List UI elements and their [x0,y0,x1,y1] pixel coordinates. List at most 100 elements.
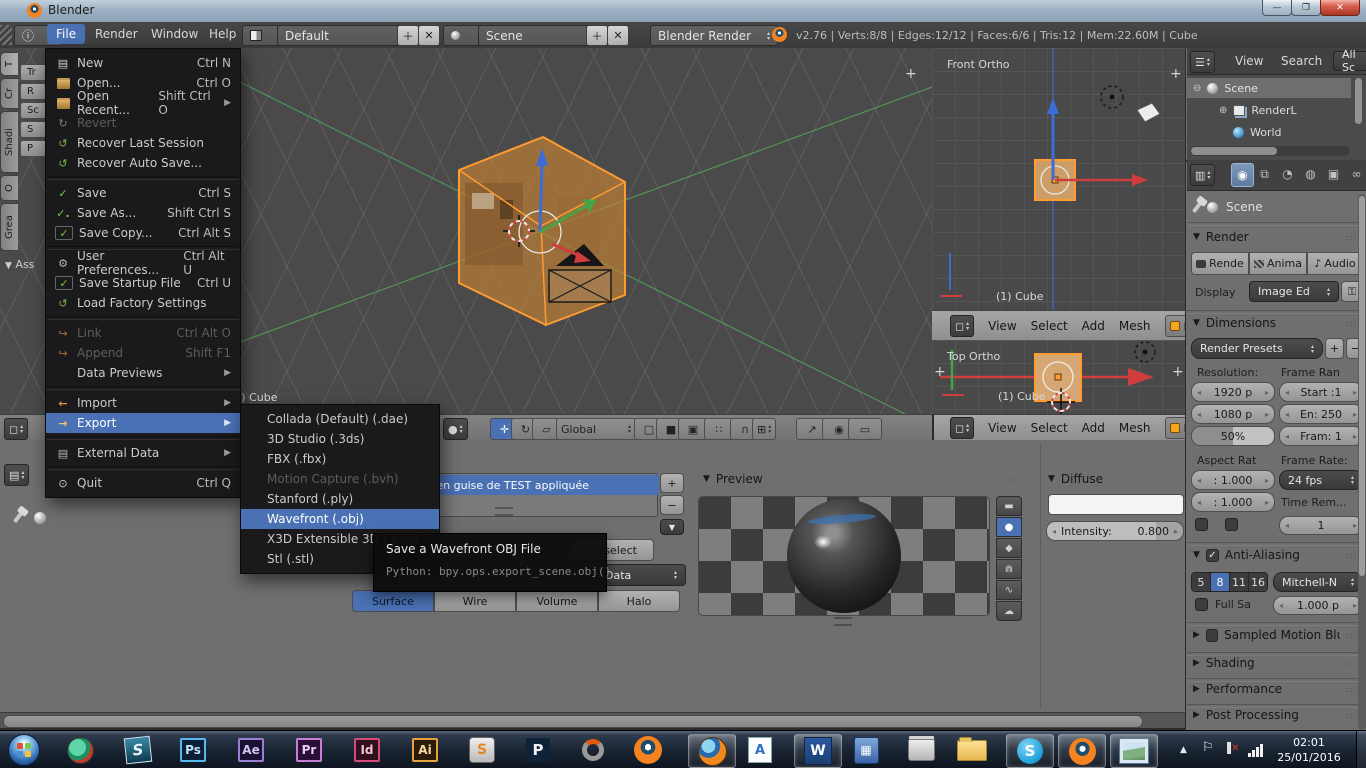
menu-item-load-factory[interactable]: ↺Load Factory Settings [46,293,240,313]
antialias-checkbox[interactable] [1206,549,1219,562]
tab-object[interactable]: ▣ [1323,163,1344,185]
taskbar-skype-icon[interactable]: S [1006,734,1054,768]
aa-samples-16[interactable]: 16 [1249,573,1267,591]
audio-button[interactable]: ♪Audio [1307,252,1363,275]
preview-panel-header[interactable]: ▼Preview:::: [703,472,1021,486]
taskbar-blender-active-icon[interactable] [1058,734,1106,768]
toolshelf-tab-options[interactable]: O [0,175,18,201]
header-menu-mesh[interactable]: Mesh [1119,421,1151,435]
aspect-x-field[interactable]: : 1.000 [1191,470,1275,490]
bottom-scrollbar-track[interactable] [0,712,1185,729]
motion-blur-checkbox[interactable] [1206,629,1218,642]
toolshelf-tab-tools[interactable]: T [0,52,18,76]
taskbar-illustrator-icon[interactable]: Ai [412,738,438,762]
menu-item-append[interactable]: ↪AppendShift F1 [46,343,240,363]
aa-samples-5[interactable]: 5 [1192,573,1211,591]
render-opengl-anim-button[interactable]: ▭ [848,418,882,440]
taskbar-realplayer-icon[interactable] [66,737,94,763]
header-menu-view[interactable]: View [988,421,1016,435]
add-scene-button[interactable]: ＋ [586,25,608,46]
add-material-slot-button[interactable]: + [660,473,684,493]
menu-file[interactable]: File [47,24,85,44]
frame-end-field[interactable]: En: 250 [1279,404,1363,424]
performance-section-header[interactable]: ▶Performance:::: [1193,682,1361,696]
editor-type-selector[interactable]: ◻ [950,315,974,337]
pixel-size-field[interactable]: 1.000 p [1273,596,1363,615]
toolshelf-tab-create[interactable]: Cr [0,78,18,109]
tray-network-icon[interactable] [1248,743,1263,757]
material-type-surface[interactable]: Surface [352,590,434,612]
editor-type-selector[interactable]: ◻ [4,418,28,440]
export-item-fbx[interactable]: FBX (.fbx) [241,449,439,469]
preview-cube-button[interactable]: ◆ [996,538,1022,558]
render-section-header[interactable]: ▼Render:::: [1193,230,1361,244]
remove-material-slot-button[interactable]: − [660,495,684,515]
resolution-x-field[interactable]: 1920 p [1191,382,1275,402]
viewport-front-ortho[interactable]: Front Ortho (1) Cube + [932,48,1186,310]
tray-clock[interactable]: 02:01 25/01/2016 [1276,735,1342,765]
shading-section-header[interactable]: ▶Shading:::: [1193,656,1361,670]
menu-item-save[interactable]: ✓SaveCtrl S [46,183,240,203]
header-menu-view[interactable]: View [988,319,1016,333]
tab-render[interactable]: ◉ [1231,163,1254,187]
expand-icon[interactable]: ⊕ [1219,105,1227,116]
render-button[interactable]: Rende [1191,252,1249,275]
tab-render-layers[interactable]: ⧉ [1254,163,1275,185]
export-item-collada[interactable]: Collada (Default) (.dae) [241,409,439,429]
aa-samples-8[interactable]: 8 [1211,573,1230,591]
diffuse-panel-header[interactable]: ▼Diffuse [1048,472,1178,486]
add-layout-button[interactable]: ＋ [397,25,419,46]
frame-step-field[interactable]: Fram: 1 [1279,426,1363,446]
frame-start-field[interactable]: Start :1 [1279,382,1363,402]
preview-sphere-button[interactable]: ● [996,517,1022,537]
outliner-menu-search[interactable]: Search [1281,54,1322,68]
aspect-y-field[interactable]: : 1.000 [1191,492,1275,512]
full-sample-checkbox[interactable] [1195,598,1208,611]
panel-resize-grip[interactable] [834,617,852,626]
render-presets-dropdown[interactable]: Render Presets [1191,338,1323,359]
snap-element-dropdown[interactable]: ⊞ [752,418,776,440]
motion-blur-section-header[interactable]: ▶ Sampled Motion Blur:::: [1193,628,1361,642]
antialias-section-header[interactable]: ▼ Anti-Aliasing:::: [1193,548,1361,562]
material-type-wire[interactable]: Wire [434,590,516,612]
fps-dropdown[interactable]: 24 fps [1279,470,1363,490]
add-preset-button[interactable]: + [1325,338,1344,359]
diffuse-intensity-slider[interactable]: Intensity: 0.800 [1046,521,1184,541]
menu-item-open-recent[interactable]: Open Recent...Shift Ctrl O▶ [46,93,240,113]
taskbar-donut-app-icon[interactable] [578,735,608,765]
properties-scrollbar-thumb[interactable] [1359,196,1365,576]
menu-help[interactable]: Help [200,24,245,44]
export-item-obj[interactable]: Wavefront (.obj) [241,509,439,529]
orientation-dropdown[interactable]: Global [556,418,636,440]
taskbar-explorer-icon[interactable] [956,737,988,763]
diffuse-color-swatch[interactable] [1048,494,1184,515]
menu-window[interactable]: Window [142,24,207,44]
header-menu-select[interactable]: Select [1031,319,1068,333]
taskbar-word-icon[interactable]: W [794,734,842,768]
menu-item-external-data[interactable]: ▤External Data▶ [46,443,240,463]
viewport-top-ortho[interactable]: Top Ortho (1) Cube + + [932,340,1186,414]
menu-item-user-preferences[interactable]: ⚙User Preferences...Ctrl Alt U [46,253,240,273]
scene-field[interactable]: Scene [478,25,600,46]
taskbar-p-app-icon[interactable]: P [524,737,552,763]
close-button[interactable]: ✕ [1320,0,1360,16]
resolution-percent-slider[interactable]: 50% [1191,426,1275,446]
taskbar-blender-icon[interactable] [634,736,662,764]
editor-type-selector[interactable]: ◻ [950,417,974,439]
tab-world[interactable]: ◍ [1300,163,1321,185]
bottom-scrollbar-thumb[interactable] [3,715,1143,728]
slot-specials-menu[interactable]: ▼ [660,519,684,535]
menu-item-new[interactable]: ▤NewCtrl N [46,53,240,73]
expand-region-button[interactable]: + [1172,364,1184,380]
menu-item-link[interactable]: ↪LinkCtrl Alt O [46,323,240,343]
resolution-y-field[interactable]: 1080 p [1191,404,1275,424]
menu-item-data-previews[interactable]: Data Previews▶ [46,363,240,383]
editor-type-selector[interactable]: ☰ [1190,51,1215,73]
tab-scene[interactable]: ◔ [1277,163,1298,185]
animation-button[interactable]: Anima [1249,252,1307,275]
pin-icon[interactable] [13,512,23,523]
start-button[interactable] [8,734,40,766]
editor-type-selector[interactable]: ▤ [4,464,29,486]
minimize-button[interactable]: — [1262,0,1292,16]
material-type-halo[interactable]: Halo [598,590,680,612]
